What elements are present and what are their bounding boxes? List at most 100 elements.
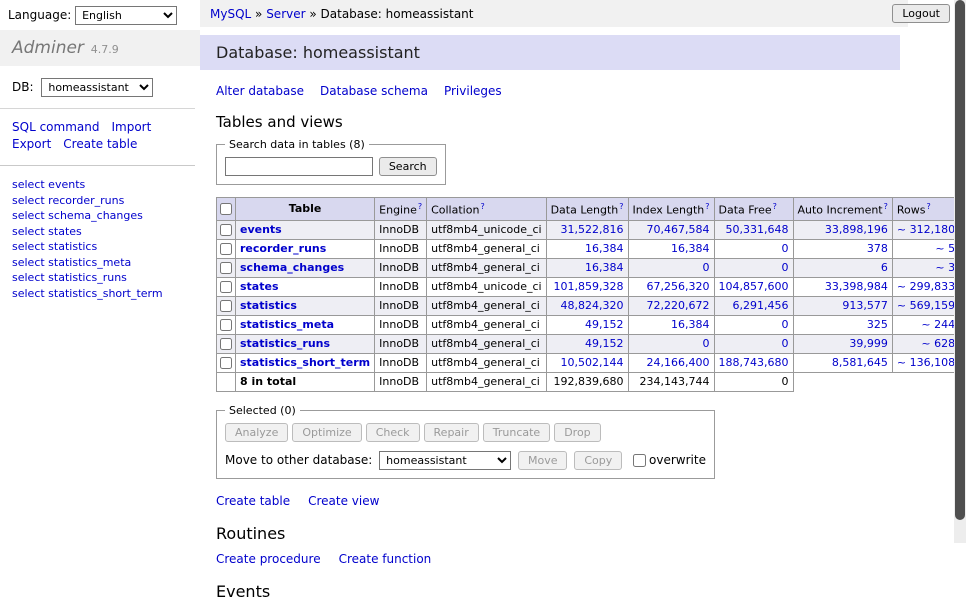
data-free-value[interactable]: 0 (782, 261, 789, 274)
search-button[interactable]: Search (379, 157, 437, 176)
data-free-value[interactable]: 104,857,600 (719, 280, 789, 293)
overwrite-checkbox[interactable] (633, 454, 646, 467)
auto-increment-value[interactable]: 33,398,984 (825, 280, 888, 293)
table-link-statistics-runs[interactable]: statistics_runs (240, 337, 330, 350)
select-all-checkbox[interactable] (220, 203, 232, 215)
index-length-value[interactable]: 24,166,400 (647, 356, 710, 369)
table-link-recorder-runs[interactable]: recorder_runs (240, 242, 326, 255)
help-icon[interactable]: ? (619, 202, 623, 211)
data-length-value[interactable]: 16,384 (585, 261, 624, 274)
sidebar-item-select-statistics-meta[interactable]: select statistics_meta (12, 255, 188, 271)
auto-increment-value[interactable]: 39,999 (849, 337, 888, 350)
drop-button[interactable]: Drop (554, 423, 600, 442)
index-length-value[interactable]: 0 (703, 337, 710, 350)
link-create-view[interactable]: Create view (308, 494, 379, 508)
db-select[interactable]: homeassistant (41, 78, 153, 97)
sidebar-item-select-events[interactable]: select events (12, 177, 188, 193)
help-icon[interactable]: ? (773, 202, 777, 211)
nav-link-database-schema[interactable]: Database schema (320, 84, 428, 98)
sidebar-item-select-statistics-short-term[interactable]: select statistics_short_term (12, 286, 188, 302)
move-button[interactable]: Move (518, 451, 568, 470)
index-length-value[interactable]: 16,384 (671, 318, 710, 331)
help-icon[interactable]: ? (418, 202, 422, 211)
data-length-value[interactable]: 49,152 (585, 318, 624, 331)
rows-count-value[interactable]: ~ 628 (921, 337, 955, 350)
data-free-value[interactable]: 0 (782, 318, 789, 331)
auto-increment-value[interactable]: 325 (867, 318, 888, 331)
sidebar-item-select-recorder-runs[interactable]: select recorder_runs (12, 193, 188, 209)
row-checkbox-events[interactable] (220, 224, 232, 236)
help-icon[interactable]: ? (884, 202, 888, 211)
rows-count-value[interactable]: ~ 569,159 (897, 299, 955, 312)
row-checkbox-schema-changes[interactable] (220, 262, 232, 274)
index-length-value[interactable]: 16,384 (671, 242, 710, 255)
row-checkbox-statistics-short-term[interactable] (220, 357, 232, 369)
auto-increment-value[interactable]: 6 (881, 261, 888, 274)
link-create-function[interactable]: Create function (339, 552, 432, 566)
data-free-value[interactable]: 6,291,456 (733, 299, 789, 312)
search-input[interactable] (225, 157, 373, 176)
sidebar-item-select-schema-changes[interactable]: select schema_changes (12, 208, 188, 224)
help-icon[interactable]: ? (480, 202, 484, 211)
sidebar-item-select-statistics[interactable]: select statistics (12, 239, 188, 255)
data-length-value[interactable]: 48,824,320 (561, 299, 624, 312)
language-select[interactable]: English (75, 6, 177, 25)
help-icon[interactable]: ? (705, 202, 709, 211)
rows-count-value[interactable]: ~ 5 (935, 242, 955, 255)
sidebar-link-import[interactable]: Import (111, 120, 151, 134)
index-length-value[interactable]: 67,256,320 (647, 280, 710, 293)
table-link-statistics[interactable]: statistics (240, 299, 297, 312)
analyze-button[interactable]: Analyze (225, 423, 288, 442)
table-link-statistics-meta[interactable]: statistics_meta (240, 318, 334, 331)
move-db-select[interactable]: homeassistant (379, 451, 511, 470)
data-free-value[interactable]: 0 (782, 242, 789, 255)
truncate-button[interactable]: Truncate (483, 423, 550, 442)
index-length-value[interactable]: 70,467,584 (647, 223, 710, 236)
table-link-statistics-short-term[interactable]: statistics_short_term (240, 356, 370, 369)
data-free-value[interactable]: 188,743,680 (719, 356, 789, 369)
vertical-scrollbar[interactable] (954, 0, 966, 543)
rows-count-value[interactable]: ~ 136,108 (897, 356, 955, 369)
data-length-value[interactable]: 49,152 (585, 337, 624, 350)
rows-count-value[interactable]: ~ 299,833 (897, 280, 955, 293)
sidebar-link-create-table[interactable]: Create table (63, 137, 137, 151)
table-link-events[interactable]: events (240, 223, 282, 236)
scrollbar-thumb[interactable] (955, 0, 965, 520)
row-checkbox-recorder-runs[interactable] (220, 243, 232, 255)
rows-count-value[interactable]: ~ 312,180 (897, 223, 955, 236)
auto-increment-value[interactable]: 913,577 (842, 299, 888, 312)
rows-count-value[interactable]: ~ 244 (921, 318, 955, 331)
copy-button[interactable]: Copy (574, 451, 622, 470)
data-length-value[interactable]: 10,502,144 (561, 356, 624, 369)
data-length-value[interactable]: 31,522,816 (561, 223, 624, 236)
data-length-value[interactable]: 101,859,328 (554, 280, 624, 293)
sidebar-item-select-statistics-runs[interactable]: select statistics_runs (12, 270, 188, 286)
adminer-logo[interactable]: Adminer (12, 38, 84, 58)
nav-link-alter-database[interactable]: Alter database (216, 84, 304, 98)
sidebar-link-sql-command[interactable]: SQL command (12, 120, 99, 134)
rows-count-value[interactable]: ~ 3 (935, 261, 955, 274)
help-icon[interactable]: ? (926, 202, 930, 211)
table-link-schema-changes[interactable]: schema_changes (240, 261, 344, 274)
table-link-states[interactable]: states (240, 280, 279, 293)
sidebar-link-export[interactable]: Export (12, 137, 51, 151)
row-checkbox-statistics-runs[interactable] (220, 338, 232, 350)
data-free-value[interactable]: 50,331,648 (726, 223, 789, 236)
link-create-procedure[interactable]: Create procedure (216, 552, 321, 566)
nav-link-privileges[interactable]: Privileges (444, 84, 502, 98)
repair-button[interactable]: Repair (424, 423, 479, 442)
auto-increment-value[interactable]: 33,898,196 (825, 223, 888, 236)
auto-increment-value[interactable]: 378 (867, 242, 888, 255)
breadcrumb-link-mysql[interactable]: MySQL (210, 7, 251, 21)
sidebar-item-select-states[interactable]: select states (12, 224, 188, 240)
row-checkbox-states[interactable] (220, 281, 232, 293)
row-checkbox-statistics[interactable] (220, 300, 232, 312)
auto-increment-value[interactable]: 8,581,645 (832, 356, 888, 369)
logout-button[interactable]: Logout (892, 4, 950, 23)
data-free-value[interactable]: 0 (782, 337, 789, 350)
check-button[interactable]: Check (366, 423, 420, 442)
row-checkbox-statistics-meta[interactable] (220, 319, 232, 331)
data-length-value[interactable]: 16,384 (585, 242, 624, 255)
optimize-button[interactable]: Optimize (292, 423, 361, 442)
index-length-value[interactable]: 72,220,672 (647, 299, 710, 312)
